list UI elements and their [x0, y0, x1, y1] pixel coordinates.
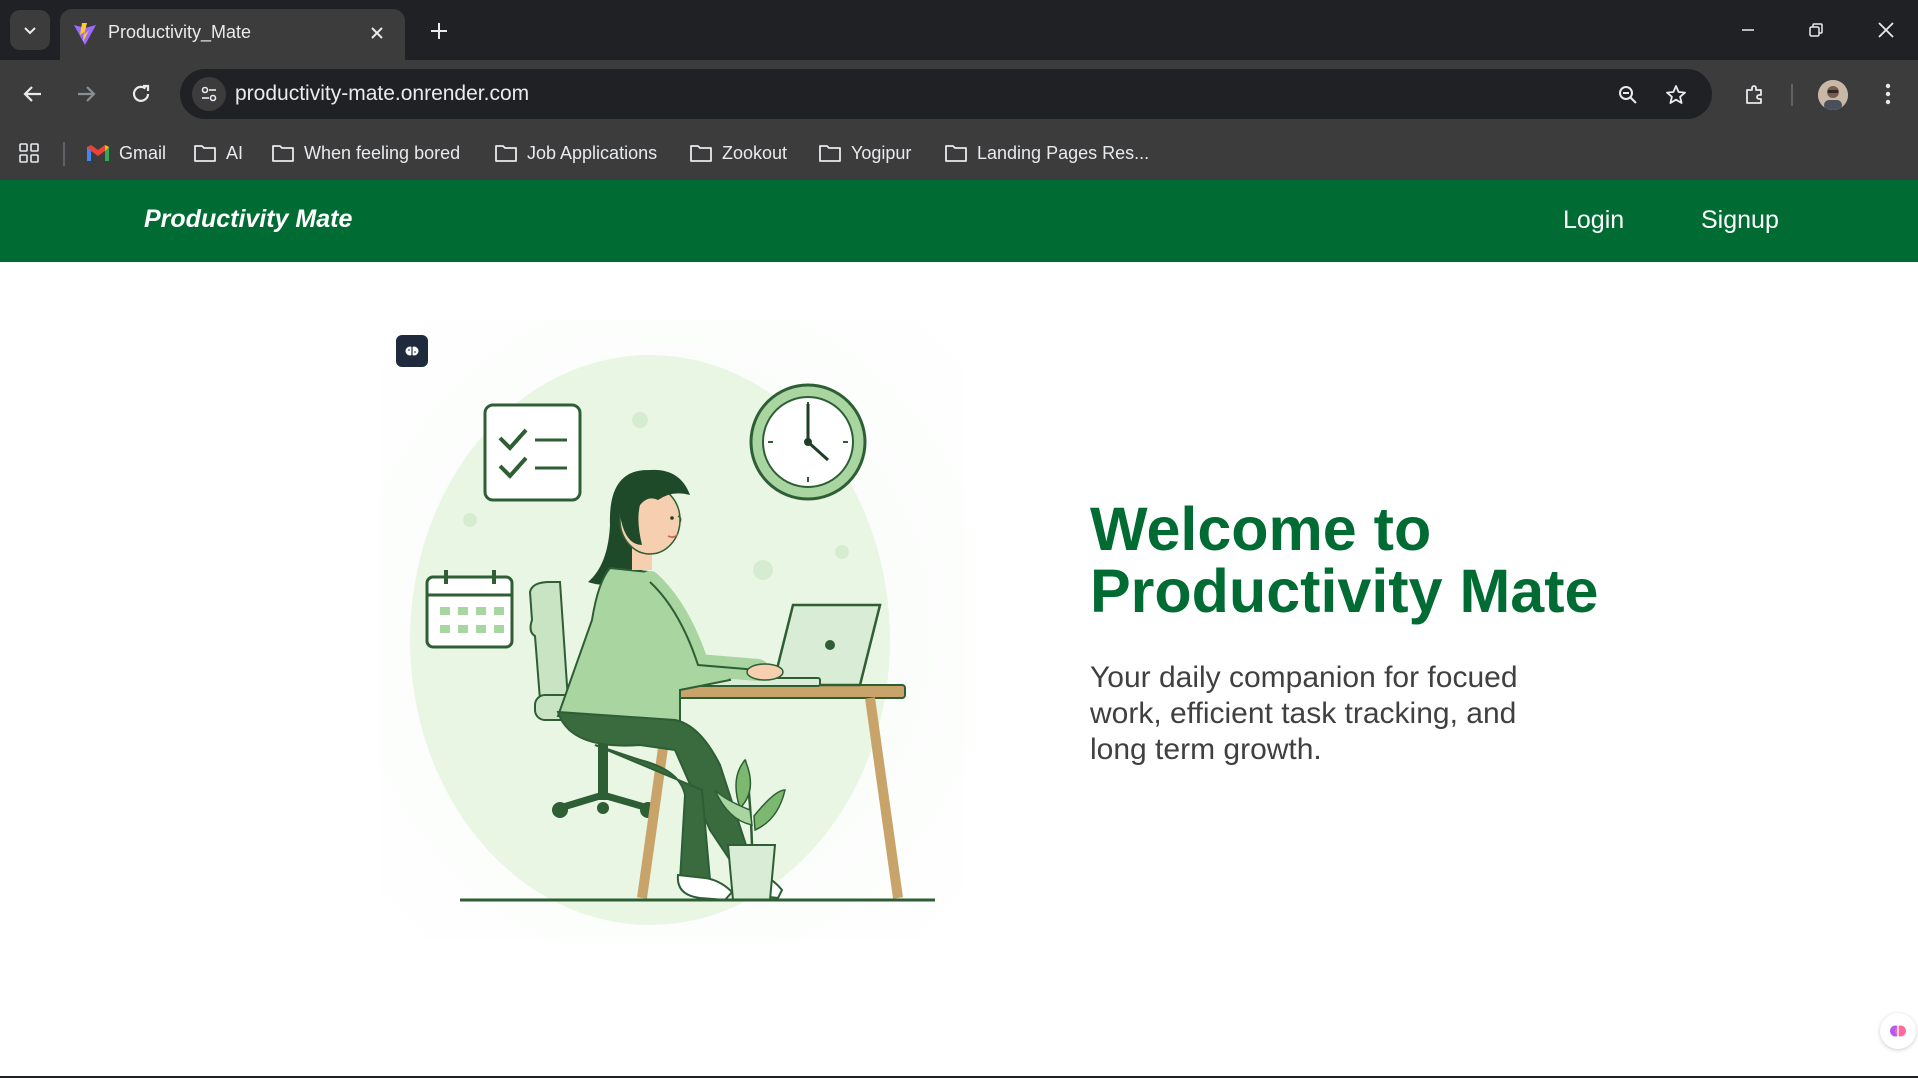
folder-icon	[945, 145, 967, 162]
reload-button[interactable]	[123, 76, 159, 112]
browser-toolbar: productivity-mate.onrender.com	[0, 60, 1918, 128]
bookmark-folder-when-feeling-bored[interactable]: When feeling bored	[271, 136, 460, 170]
calendar-icon	[425, 570, 514, 649]
tune-icon	[201, 86, 217, 102]
bookmark-gmail[interactable]: Gmail	[86, 136, 166, 170]
hero-subtitle: Your daily companion for focued work, ef…	[1090, 661, 1518, 766]
forward-button[interactable]	[68, 76, 104, 112]
apps-grid-icon	[19, 143, 39, 163]
minimize-button[interactable]	[1728, 12, 1768, 48]
bookmark-folder-yogipur[interactable]: Yogipur	[818, 136, 911, 170]
profile-avatar[interactable]	[1818, 80, 1848, 110]
signup-link[interactable]: Signup	[1701, 206, 1779, 235]
puzzle-icon	[1746, 85, 1762, 104]
floating-extension-button[interactable]	[1880, 1013, 1916, 1049]
login-link[interactable]: Login	[1563, 206, 1624, 235]
back-button[interactable]	[15, 76, 51, 112]
browser-menu-button[interactable]	[1870, 76, 1906, 112]
bookmark-folder-job-applications[interactable]: Job Applications	[494, 136, 657, 170]
browser-tab[interactable]: Productivity_Mate	[60, 9, 405, 60]
bookmark-label: Zookout	[722, 142, 788, 163]
apps-button[interactable]	[18, 136, 40, 170]
arrow-right-icon	[78, 86, 96, 102]
restore-button[interactable]	[1796, 12, 1836, 48]
zoom-icon	[1619, 86, 1637, 104]
bookmark-folder-landing-pages[interactable]: Landing Pages Res...	[944, 136, 1149, 170]
bookmark-star-button[interactable]	[1662, 81, 1690, 109]
woman-at-desk-illustration	[410, 355, 935, 925]
web-page: Productivity Mate Login Signup Welcome t…	[0, 180, 1918, 1078]
folder-icon	[194, 145, 216, 162]
bookmark-folder-zookout[interactable]: Zookout	[689, 136, 787, 170]
site-navbar: Productivity Mate Login Signup	[0, 180, 1918, 262]
close-icon	[1878, 22, 1894, 38]
close-icon	[371, 27, 383, 39]
brain-icon	[1890, 1025, 1906, 1037]
tab-search-button[interactable]	[10, 10, 50, 50]
folder-icon	[272, 145, 294, 162]
bookmarks-bar: Gmail AI When feeling bored Job Applicat…	[0, 128, 1918, 180]
bookmark-label: Yogipur	[851, 142, 912, 163]
bookmark-label: Gmail	[119, 142, 167, 163]
close-window-button[interactable]	[1866, 12, 1906, 48]
vite-favicon-icon	[74, 23, 96, 45]
bookmark-label: When feeling bored	[304, 142, 461, 163]
minimize-icon	[1742, 29, 1754, 31]
star-icon	[1666, 85, 1686, 104]
more-vert-icon	[1885, 83, 1891, 105]
site-info-button[interactable]	[192, 77, 226, 111]
gmail-icon	[87, 145, 109, 161]
reload-icon	[132, 84, 150, 102]
brand-logo-link[interactable]: Productivity Mate	[144, 205, 352, 234]
hero-title: Welcome to Productivity Mate	[1090, 495, 1599, 625]
avatar-icon	[1818, 80, 1848, 110]
folder-icon	[690, 145, 712, 162]
bookmark-folder-ai[interactable]: AI	[193, 136, 243, 170]
clock-icon	[749, 383, 867, 501]
folder-icon	[495, 145, 517, 162]
brain-icon	[405, 346, 419, 356]
new-tab-button[interactable]	[424, 16, 454, 46]
address-bar[interactable]: productivity-mate.onrender.com	[180, 69, 1712, 119]
folder-icon	[819, 145, 841, 162]
ai-image-badge[interactable]	[396, 335, 428, 367]
arrow-left-icon	[23, 86, 41, 102]
plus-icon	[431, 23, 447, 39]
bookmark-label: Job Applications	[527, 142, 658, 163]
tab-close-button[interactable]	[365, 21, 389, 45]
hero-illustration	[380, 320, 965, 940]
browser-tab-strip: Productivity_Mate	[0, 0, 1918, 60]
checklist-icon	[483, 403, 582, 502]
bookmarks-divider	[63, 142, 65, 166]
restore-icon	[1809, 23, 1823, 37]
toolbar-divider	[1791, 84, 1793, 106]
bookmark-label: AI	[226, 142, 244, 163]
url-text[interactable]: productivity-mate.onrender.com	[235, 82, 529, 106]
zoom-button[interactable]	[1614, 81, 1642, 109]
chevron-down-icon	[24, 27, 36, 35]
tab-title: Productivity_Mate	[108, 22, 252, 42]
bookmark-label: Landing Pages Res...	[977, 142, 1150, 163]
extensions-button[interactable]	[1737, 76, 1773, 112]
